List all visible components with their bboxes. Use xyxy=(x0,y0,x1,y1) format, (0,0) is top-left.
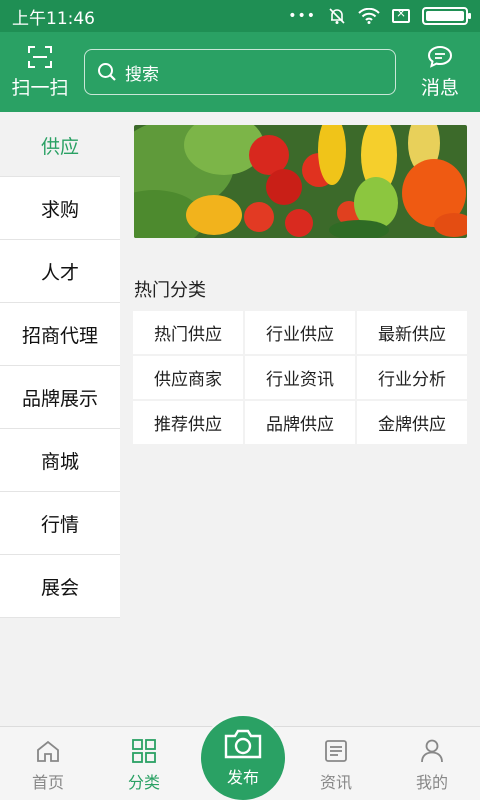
category-grid: 热门供应 行业供应 最新供应 供应商家 行业资讯 行业分析 推荐供应 品牌供应 … xyxy=(133,311,467,444)
nav-me[interactable]: 我的 xyxy=(384,727,480,800)
sidebar-item-label: 人才 xyxy=(40,261,79,284)
nav-me-label: 我的 xyxy=(415,773,448,792)
nav-news-label: 资讯 xyxy=(319,773,352,792)
sidebar-item-franchise[interactable]: 招商代理 xyxy=(0,303,120,366)
nav-category-label: 分类 xyxy=(127,773,160,792)
scan-button[interactable]: 扫一扫 xyxy=(0,32,80,112)
grid-icon xyxy=(132,739,156,763)
nav-category[interactable]: 分类 xyxy=(96,727,192,800)
status-time: 上午11:46 xyxy=(12,8,95,29)
category-cell[interactable]: 热门供应 xyxy=(133,311,243,354)
category-cell[interactable]: 行业资讯 xyxy=(245,356,355,399)
sidebar-item-talent[interactable]: 人才 xyxy=(0,240,120,303)
person-icon xyxy=(421,739,443,763)
category-cell[interactable]: 品牌供应 xyxy=(245,401,355,444)
vegetables-banner[interactable] xyxy=(134,125,467,238)
nav-home[interactable]: 首页 xyxy=(0,727,96,800)
category-cell[interactable]: 推荐供应 xyxy=(133,401,243,444)
search-placeholder: 搜索 xyxy=(125,64,159,85)
battery-fill xyxy=(426,11,464,21)
sidebar-item-label: 求购 xyxy=(40,198,79,221)
category-cell[interactable]: 供应商家 xyxy=(133,356,243,399)
search-icon xyxy=(98,63,116,81)
sidebar-item-label: 品牌展示 xyxy=(21,387,98,410)
category-cell[interactable]: 行业分析 xyxy=(357,356,467,399)
box-x-icon xyxy=(392,6,410,23)
scan-label: 扫一扫 xyxy=(11,76,69,99)
search-input[interactable]: 搜索 xyxy=(84,49,396,95)
sidebar-item-purchase[interactable]: 求购 xyxy=(0,177,120,240)
sidebar-item-label: 商城 xyxy=(40,450,79,473)
publish-button[interactable]: 发布 xyxy=(199,714,287,800)
sidebar-item-market[interactable]: 行情 xyxy=(0,492,120,555)
bell-muted-icon xyxy=(329,8,345,24)
app-header: 扫一扫 搜索 消息 xyxy=(0,32,480,112)
sidebar-item-mall[interactable]: 商城 xyxy=(0,429,120,492)
category-cell[interactable]: 金牌供应 xyxy=(357,401,467,444)
message-icon xyxy=(427,45,453,68)
category-cell[interactable]: 最新供应 xyxy=(357,311,467,354)
publish-label: 发布 xyxy=(226,768,259,787)
more-dots-icon: ••• xyxy=(288,8,316,24)
message-button[interactable]: 消息 xyxy=(400,32,480,112)
sidebar-item-label: 展会 xyxy=(40,576,79,599)
message-label: 消息 xyxy=(420,76,459,99)
battery-icon xyxy=(422,7,471,25)
camera-icon xyxy=(224,729,262,759)
nav-home-label: 首页 xyxy=(31,773,64,792)
sidebar-item-brand-display[interactable]: 品牌展示 xyxy=(0,366,120,429)
scan-icon xyxy=(28,45,52,68)
sidebar-item-label: 供应 xyxy=(40,135,79,158)
category-sidebar: 供应 求购 人才 招商代理 品牌展示 商城 行情 展会 xyxy=(0,114,120,618)
category-cell[interactable]: 行业供应 xyxy=(245,311,355,354)
news-icon xyxy=(325,740,347,762)
status-icons: ••• xyxy=(288,6,471,25)
status-bar: 上午11:46 ••• xyxy=(0,0,480,32)
wifi-icon xyxy=(358,8,380,24)
vegetables-image xyxy=(134,125,467,238)
sidebar-item-supply[interactable]: 供应 xyxy=(0,114,120,177)
sidebar-item-label: 行情 xyxy=(40,513,79,536)
sidebar-item-label: 招商代理 xyxy=(21,324,98,347)
home-icon xyxy=(37,740,59,762)
section-title: 热门分类 xyxy=(134,280,206,301)
nav-news[interactable]: 资讯 xyxy=(288,727,384,800)
sidebar-item-exhibition[interactable]: 展会 xyxy=(0,555,120,618)
